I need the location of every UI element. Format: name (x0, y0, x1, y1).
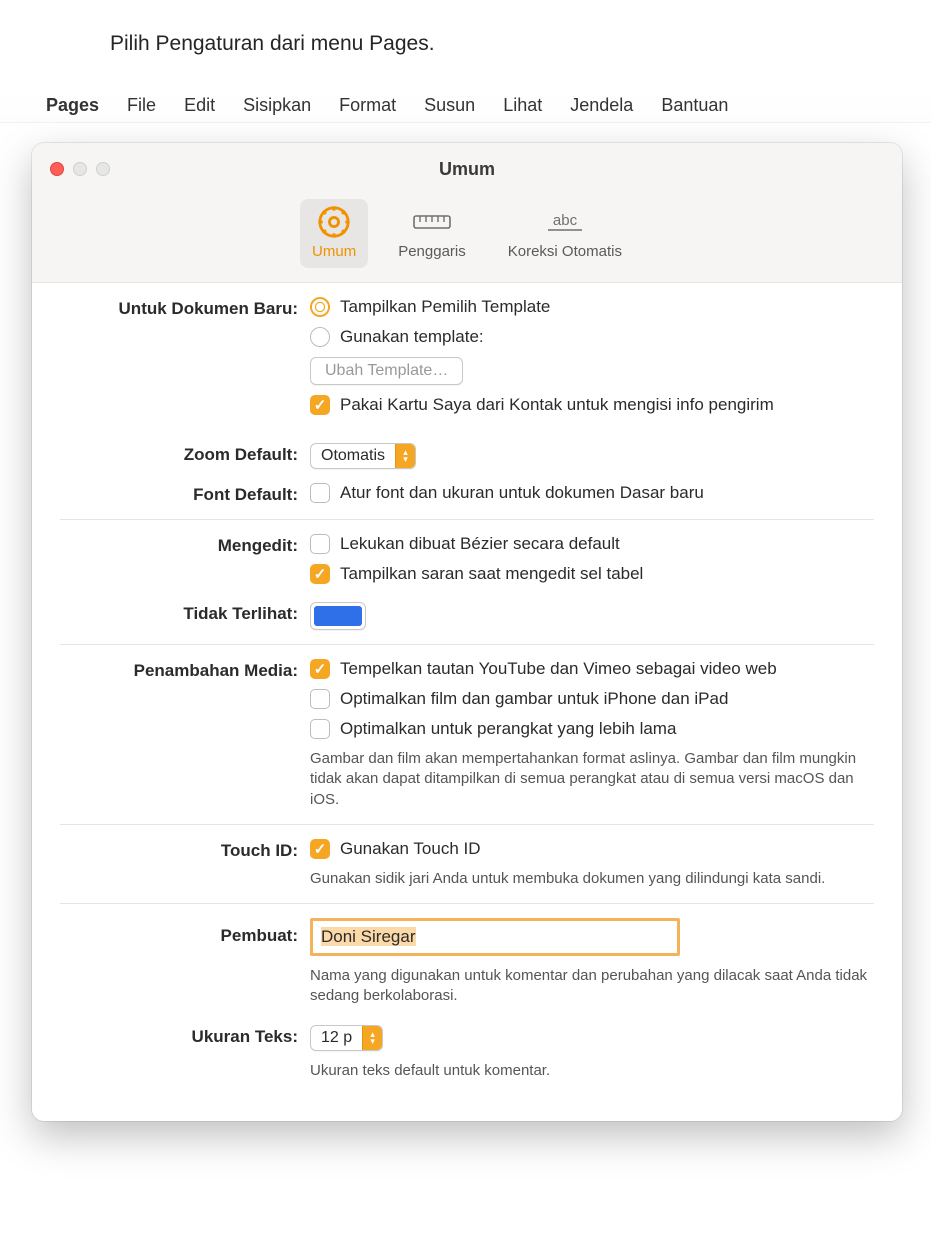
label-new-document: Untuk Dokumen Baru: (60, 297, 310, 415)
checkbox-label: Atur font dan ukuran untuk dokumen Dasar… (340, 483, 704, 503)
change-template-button[interactable]: Ubah Template… (310, 357, 463, 385)
label-media: Penambahan Media: (60, 659, 310, 810)
callout-text: Pilih Pengaturan dari menu Pages. (110, 30, 435, 58)
preferences-toolbar: Umum Penggaris abc Koreksi Otomatis (32, 195, 902, 282)
section-touchid: Touch ID: Gunakan Touch ID Gunakan sidik… (60, 824, 874, 903)
menu-edit[interactable]: Edit (184, 95, 215, 116)
menu-file[interactable]: File (127, 95, 156, 116)
chevron-updown-icon (395, 444, 415, 468)
checkbox-label: Lekukan dibuat Bézier secara default (340, 534, 620, 554)
textsize-description: Ukuran teks default untuk komentar. (310, 1061, 874, 1081)
preferences-window: Umum Umum Penggaris abc Koreksi Otomatis… (32, 143, 902, 1121)
gear-icon (317, 205, 351, 239)
author-value: Doni Siregar (321, 927, 416, 946)
section-author: Pembuat: Doni Siregar Nama yang digunaka… (60, 903, 874, 1021)
label-font: Font Default: (60, 483, 310, 505)
section-textsize: Ukuran Teks: 12 p Ukuran teks default un… (60, 1021, 874, 1095)
ruler-icon (412, 205, 452, 239)
menu-lihat[interactable]: Lihat (503, 95, 542, 116)
checkbox-paste-web-video[interactable] (310, 659, 330, 679)
radio-use-template[interactable] (310, 327, 330, 347)
invisibles-color-well[interactable] (310, 602, 366, 630)
tab-label: Umum (312, 243, 356, 260)
checkbox-label: Optimalkan film dan gambar untuk iPhone … (340, 689, 728, 709)
zoom-popup[interactable]: Otomatis (310, 443, 416, 469)
titlebar: Umum (32, 143, 902, 195)
checkbox-label: Tampilkan saran saat mengedit sel tabel (340, 564, 643, 584)
popup-value: Otomatis (311, 444, 395, 468)
tab-label: Penggaris (398, 243, 466, 260)
label-touchid: Touch ID: (60, 839, 310, 889)
traffic-lights (50, 162, 110, 176)
checkbox-label: Optimalkan untuk perangkat yang lebih la… (340, 719, 676, 739)
checkbox-label: Pakai Kartu Saya dari Kontak untuk mengi… (340, 395, 774, 415)
tab-penggaris[interactable]: Penggaris (386, 199, 478, 268)
touchid-description: Gunakan sidik jari Anda untuk membuka do… (310, 869, 874, 889)
chevron-updown-icon (362, 1026, 382, 1050)
menu-format[interactable]: Format (339, 95, 396, 116)
minimize-button[interactable] (73, 162, 87, 176)
media-description: Gambar dan film akan mempertahankan form… (310, 749, 874, 810)
svg-text:abc: abc (553, 212, 578, 229)
close-button[interactable] (50, 162, 64, 176)
zoom-button[interactable] (96, 162, 110, 176)
menu-susun[interactable]: Susun (424, 95, 475, 116)
checkbox-use-my-card[interactable] (310, 395, 330, 415)
label-invisibles: Tidak Terlihat: (60, 602, 310, 630)
radio-label: Gunakan template: (340, 327, 484, 347)
checkbox-label: Gunakan Touch ID (340, 839, 481, 859)
tab-label: Koreksi Otomatis (508, 243, 622, 260)
author-description: Nama yang digunakan untuk komentar dan p… (310, 966, 874, 1007)
label-zoom: Zoom Default: (60, 443, 310, 469)
textsize-popup[interactable]: 12 p (310, 1025, 383, 1051)
tab-koreksi-otomatis[interactable]: abc Koreksi Otomatis (496, 199, 634, 268)
radio-label: Tampilkan Pemilih Template (340, 297, 550, 317)
checkbox-label: Tempelkan tautan YouTube dan Vimeo sebag… (340, 659, 777, 679)
color-swatch (314, 606, 362, 626)
window-title: Umum (32, 159, 902, 180)
checkbox-touchid[interactable] (310, 839, 330, 859)
label-editing: Mengedit: (60, 534, 310, 584)
menu-bantuan[interactable]: Bantuan (661, 95, 728, 116)
section-zoom: Zoom Default: Otomatis (60, 429, 874, 483)
menu-pages[interactable]: Pages (46, 95, 99, 116)
checkbox-default-font[interactable] (310, 483, 330, 503)
label-textsize: Ukuran Teks: (60, 1025, 310, 1081)
author-text-field[interactable]: Doni Siregar (310, 918, 680, 956)
radio-show-template-chooser[interactable] (310, 297, 330, 317)
label-author: Pembuat: (60, 918, 310, 1007)
checkbox-optimize-older[interactable] (310, 719, 330, 739)
section-invisibles: Tidak Terlihat: (60, 598, 874, 644)
menu-sisipkan[interactable]: Sisipkan (243, 95, 311, 116)
section-new-document: Untuk Dokumen Baru: Tampilkan Pemilih Te… (60, 283, 874, 429)
checkbox-bezier[interactable] (310, 534, 330, 554)
tab-umum[interactable]: Umum (300, 199, 368, 268)
checkbox-table-suggestions[interactable] (310, 564, 330, 584)
popup-value: 12 p (311, 1026, 362, 1050)
section-editing: Mengedit: Lekukan dibuat Bézier secara d… (60, 519, 874, 598)
section-font: Font Default: Atur font dan ukuran untuk… (60, 483, 874, 519)
menu-jendela[interactable]: Jendela (570, 95, 633, 116)
section-media: Penambahan Media: Tempelkan tautan YouTu… (60, 644, 874, 824)
preferences-content: Untuk Dokumen Baru: Tampilkan Pemilih Te… (32, 282, 902, 1121)
abc-icon: abc (542, 205, 588, 239)
menubar: Pages File Edit Sisipkan Format Susun Li… (0, 88, 931, 123)
checkbox-optimize-ios[interactable] (310, 689, 330, 709)
